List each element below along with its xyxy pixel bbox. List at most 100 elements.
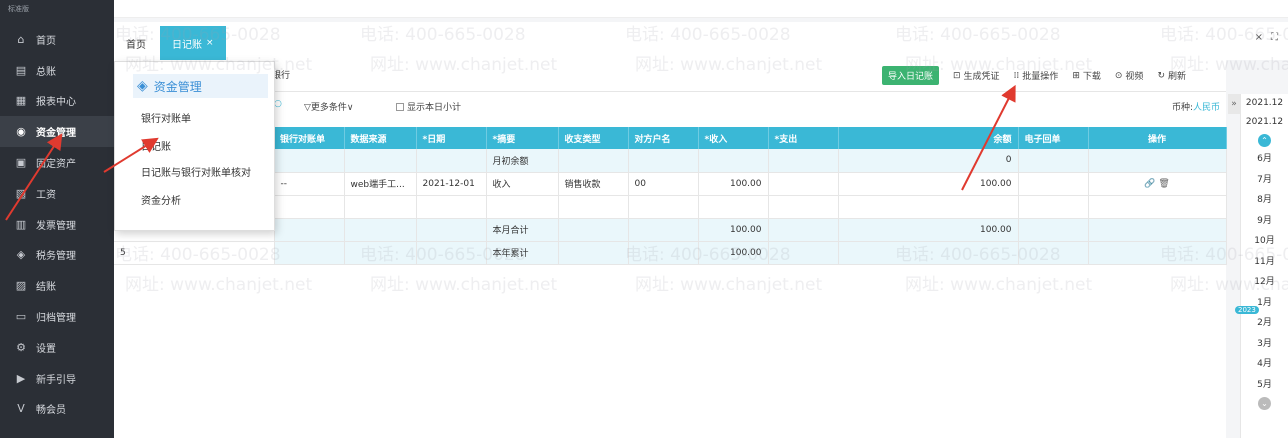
table-cell: 100.00	[698, 218, 769, 242]
sidebar-item-funds[interactable]: ◉ 资金管理	[0, 116, 114, 148]
currency-selector[interactable]: 币种:人民币	[1172, 100, 1220, 113]
batch-operation-button[interactable]: ⁞⁞ 批量操作	[1014, 69, 1059, 83]
table-cell	[274, 195, 345, 219]
table-cell	[344, 241, 417, 265]
row-actions[interactable]: 🔗 🗑	[1088, 172, 1227, 196]
month-item[interactable]: 11月	[1241, 252, 1288, 273]
table-cell: 收入	[486, 172, 559, 196]
sidebar-item-archive[interactable]: ▭ 归档管理	[0, 301, 114, 332]
table-cell	[416, 195, 487, 219]
table-cell	[1018, 149, 1089, 173]
show-daily-subtotal-checkbox[interactable]: 显示本日小计	[396, 100, 461, 113]
sidebar-item-guide[interactable]: ▶ 新手引导	[0, 363, 114, 394]
sidebar-item-label: 发票管理	[36, 220, 76, 232]
month-item[interactable]: 9月	[1241, 211, 1288, 232]
search-icon[interactable]: ○	[274, 99, 282, 109]
fullscreen-icon[interactable]: ⛶	[1271, 32, 1278, 43]
menu-item-reconcile[interactable]: 日记账与银行对账单核对	[141, 164, 251, 179]
asset-icon: ▣	[15, 156, 27, 170]
video-button[interactable]: ⊙ 视频	[1115, 69, 1144, 83]
table-row[interactable]	[114, 195, 1227, 219]
import-journal-button[interactable]: 导入日记账	[881, 66, 939, 85]
expand-panel-button[interactable]: »	[1228, 94, 1240, 114]
column-header: 对方户名	[628, 127, 699, 149]
month-item[interactable]: 5月	[1241, 375, 1288, 396]
table-cell	[768, 218, 839, 242]
table-row[interactable]: 5 本年累计 100.00	[114, 241, 1227, 265]
month-item[interactable]: 12月	[1241, 272, 1288, 293]
generate-voucher-button[interactable]: ⊡ 生成凭证	[953, 69, 1000, 83]
table-cell	[768, 172, 839, 196]
menu-header: ◈ 资金管理	[133, 74, 268, 98]
menu-item-bank-statement[interactable]: 银行对账单	[141, 110, 191, 125]
month-item[interactable]: 3月	[1241, 334, 1288, 355]
table-cell	[1018, 195, 1089, 219]
sidebar-item-vip[interactable]: V 畅会员	[0, 394, 114, 425]
table-cell	[274, 218, 345, 242]
sidebar-item-label: 新手引导	[36, 374, 76, 386]
button-label: 生成凭证	[963, 72, 1000, 82]
month-item[interactable]: 2月	[1241, 313, 1288, 334]
table-cell: 2021-12-01	[416, 172, 487, 196]
table-row[interactable]: 月初余额 0	[114, 149, 1227, 173]
sidebar-item-tax[interactable]: ◈ 税务管理	[0, 240, 114, 271]
invoice-icon: ▥	[15, 217, 27, 231]
month-item[interactable]: 4月	[1241, 354, 1288, 375]
scroll-down-icon[interactable]: ⌄	[1258, 397, 1271, 410]
row-actions[interactable]	[1088, 241, 1227, 265]
sidebar-item-reports[interactable]: ▦ 报表中心	[0, 86, 114, 117]
journal-table: 银行对账单 数据来源 *日期 *摘要 收支类型 对方户名 *收入 *支出 余额 …	[114, 127, 1227, 265]
tab-journal[interactable]: 日记账 ×	[160, 26, 226, 60]
refresh-button[interactable]: ↻ 刷新	[1157, 69, 1186, 83]
close-icon[interactable]: ×	[206, 38, 214, 48]
menu-item-fund-analysis[interactable]: 资金分析	[141, 192, 181, 207]
month-item[interactable]: 8月	[1241, 190, 1288, 211]
column-header: *摘要	[486, 127, 559, 149]
sidebar-item-settings[interactable]: ⚙ 设置	[0, 332, 114, 363]
sidebar-item-invoice[interactable]: ▥ 发票管理	[0, 209, 114, 240]
table-cell: 本年累计	[486, 241, 559, 265]
sidebar-item-close-account[interactable]: ▨ 结账	[0, 270, 114, 301]
sidebar-item-fixed-assets[interactable]: ▣ 固定资产	[0, 147, 114, 178]
sidebar-item-label: 工资	[36, 189, 56, 201]
table-cell: 100.00	[838, 218, 1019, 242]
row-actions[interactable]	[1088, 149, 1227, 173]
table-cell: 销售收款	[558, 172, 629, 196]
table-cell	[558, 195, 629, 219]
toolbar: 导入日记账 ⊡ 生成凭证 ⁞⁞ 批量操作 ⊞ 下载 ⊙ 视频 ↻ 刷新	[881, 66, 1186, 85]
tab-home[interactable]: 首页	[114, 26, 158, 60]
voucher-icon: ⊡	[953, 70, 961, 81]
vip-icon: V	[17, 402, 25, 416]
period-end[interactable]: 2021.12	[1241, 113, 1288, 132]
table-cell	[558, 241, 629, 265]
row-actions[interactable]	[1088, 218, 1227, 242]
salary-icon: ▧	[15, 186, 27, 200]
table-cell	[628, 241, 699, 265]
table-row[interactable]: -- web端手工... 2021-12-01 收入 销售收款 00 100.00 100.0…	[114, 172, 1227, 196]
sidebar-item-salary[interactable]: ▧ 工资	[0, 178, 114, 209]
period-start[interactable]: 2021.12	[1241, 94, 1288, 113]
month-item[interactable]: 7月	[1241, 170, 1288, 191]
scroll-up-icon[interactable]: ⌃	[1258, 134, 1271, 147]
sidebar-item-label: 总账	[36, 66, 56, 78]
month-item[interactable]: 10月	[1241, 231, 1288, 252]
sidebar-item-home[interactable]: ⌂ 首页	[0, 24, 114, 55]
refresh-icon: ↻	[1157, 70, 1165, 81]
menu-item-journal[interactable]: 日记账	[141, 138, 171, 153]
funds-management-menu: ◈ 资金管理 银行对账单 日记账 日记账与银行对账单核对 资金分析	[114, 61, 275, 231]
table-cell	[768, 195, 839, 219]
sidebar-item-ledger[interactable]: ▤ 总账	[0, 55, 114, 86]
tax-icon: ◈	[16, 248, 26, 262]
row-number-cell: 5	[114, 241, 275, 265]
ledger-icon: ▤	[15, 63, 27, 77]
table-cell	[628, 195, 699, 219]
month-item[interactable]: 6月	[1241, 149, 1288, 170]
main-content: 银行 导入日记账 ⊡ 生成凭证 ⁞⁞ 批量操作 ⊞ 下载 ⊙ 视频 ↻ 刷新 ○ ▽更多条…	[114, 60, 1227, 438]
row-actions[interactable]	[1088, 195, 1227, 219]
column-header: *日期	[416, 127, 487, 149]
download-button[interactable]: ⊞ 下载	[1072, 69, 1101, 83]
table-row[interactable]: 本月合计 100.00 100.00	[114, 218, 1227, 242]
more-conditions-dropdown[interactable]: ▽更多条件∨	[304, 100, 354, 113]
sidebar-item-label: 归档管理	[36, 313, 76, 325]
close-icon[interactable]: ×	[1255, 32, 1263, 43]
